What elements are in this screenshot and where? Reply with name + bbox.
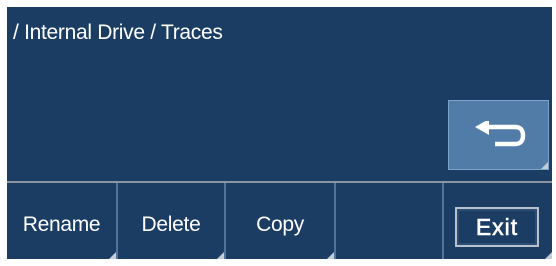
softkey-corner-marker bbox=[217, 252, 224, 259]
empty-softkey[interactable] bbox=[336, 183, 444, 259]
back-button[interactable] bbox=[448, 100, 549, 170]
delete-button[interactable]: Delete bbox=[118, 183, 226, 259]
file-browser-panel: / Internal Drive / Traces Rename Delete … bbox=[7, 7, 552, 259]
rename-label: Rename bbox=[22, 213, 101, 236]
file-manager-screen: / Internal Drive / Traces Rename Delete … bbox=[0, 0, 556, 266]
softkey-corner-marker bbox=[541, 162, 548, 169]
softkey-bar: Rename Delete Copy Exit bbox=[7, 181, 552, 259]
exit-label: Exit bbox=[475, 214, 519, 241]
softkey-corner-marker bbox=[545, 252, 552, 259]
copy-button[interactable]: Copy bbox=[226, 183, 336, 259]
current-path-label: / Internal Drive / Traces bbox=[13, 21, 223, 44]
exit-button[interactable]: Exit bbox=[444, 183, 552, 259]
softkey-corner-marker bbox=[327, 252, 334, 259]
delete-label: Delete bbox=[141, 213, 201, 236]
return-arrow-icon bbox=[475, 121, 526, 147]
exit-frame: Exit bbox=[455, 207, 539, 247]
rename-button[interactable]: Rename bbox=[7, 183, 118, 259]
copy-label: Copy bbox=[256, 213, 304, 236]
softkey-corner-marker bbox=[109, 252, 116, 259]
